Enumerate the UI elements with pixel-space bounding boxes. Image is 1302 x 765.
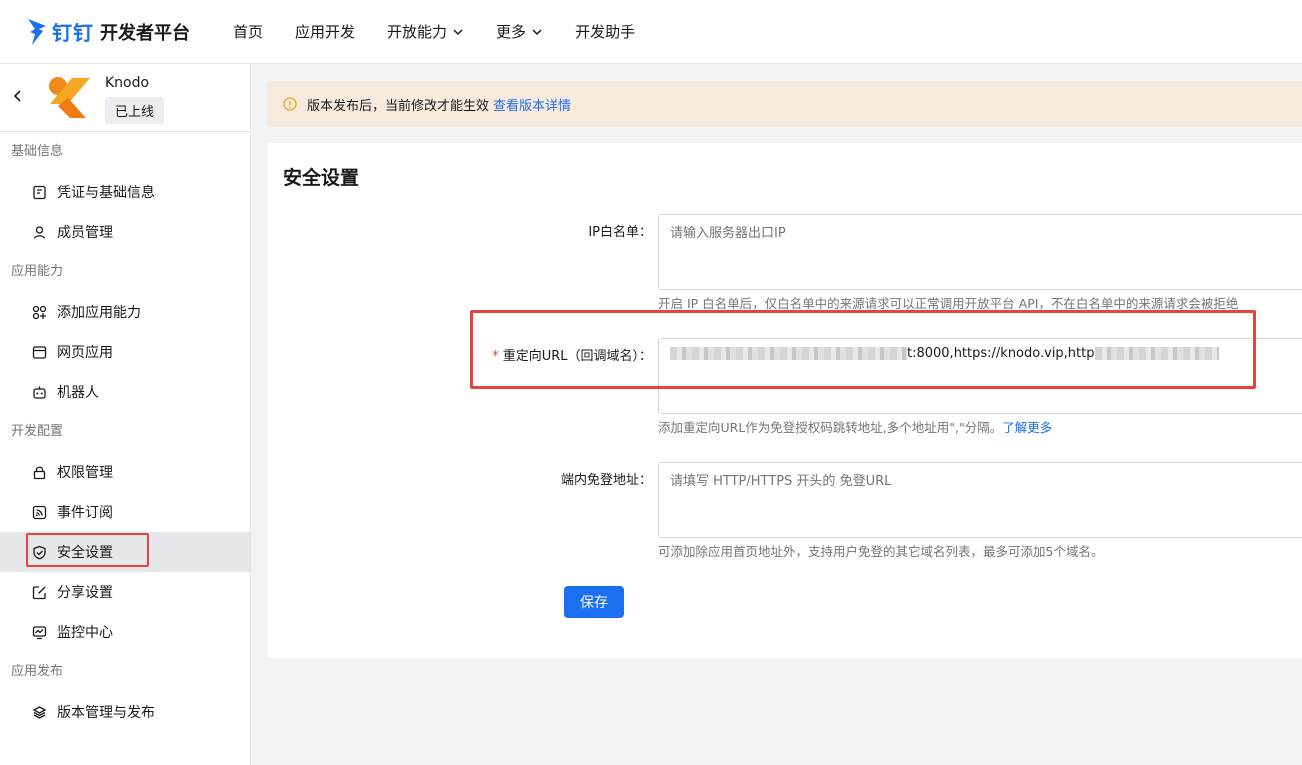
sidebar-item-label: 网页应用: [57, 345, 113, 361]
nav-item-open-capabilities[interactable]: 开放能力: [371, 21, 480, 42]
credential-icon: [33, 185, 46, 199]
sidebar-item-label: 机器人: [57, 385, 99, 401]
label-text: 端内免登地址：: [560, 473, 652, 488]
notice-text: 版本发布后，当前修改才能生效: [307, 98, 490, 114]
sidebar-item-event-subscription[interactable]: 事件订阅: [0, 492, 250, 532]
sidebar-item-share-settings[interactable]: 分享设置: [0, 572, 250, 612]
user-icon: [33, 225, 46, 239]
sidebar-item-label: 凭证与基础信息: [57, 185, 155, 201]
nav-label: 首页: [233, 23, 264, 41]
redirect-url-input[interactable]: t:8000,https://knodo.vip,http: [658, 338, 1302, 414]
brand-subtitle: 开发者平台: [100, 22, 190, 44]
nav-label: 开放能力: [387, 23, 448, 41]
sidebar-item-permissions[interactable]: 权限管理: [0, 452, 250, 492]
app-header: Knodo 已上线: [0, 64, 250, 132]
notice-banner: 版本发布后，当前修改才能生效 查看版本详情: [267, 81, 1302, 127]
status-badge: 已上线: [105, 97, 165, 124]
sidebar-item-label: 分享设置: [57, 585, 113, 601]
shield-icon: [33, 545, 46, 559]
save-button[interactable]: 保存: [564, 586, 624, 618]
sidebar-item-label: 安全设置: [57, 545, 113, 561]
lock-icon: [33, 466, 46, 479]
nav-item-app-dev[interactable]: 应用开发: [279, 21, 371, 42]
sidebar-group-title: 基础信息: [11, 144, 64, 159]
info-icon: [283, 97, 297, 111]
chevron-left-icon[interactable]: [10, 88, 26, 104]
help-text: 添加重定向URL作为免登授权码跳转地址,多个地址用","分隔。: [658, 420, 1003, 435]
sidebar-item-label: 成员管理: [57, 225, 113, 241]
apps-add-icon: [32, 305, 47, 319]
main-nav: 首页 应用开发 开放能力 更多 开发助手: [216, 21, 651, 42]
nav-item-home[interactable]: 首页: [216, 21, 279, 42]
learn-more-link[interactable]: 了解更多: [1002, 420, 1052, 435]
rss-icon: [32, 505, 47, 519]
security-settings-card: 安全设置 IP白名单： 开启 IP 白名单后，仅白名单中的来源请求可以正常调用开…: [267, 143, 1302, 658]
page-title: 安全设置: [283, 167, 360, 189]
chevron-down-icon: [532, 28, 542, 35]
sidebar-item-label: 事件订阅: [57, 505, 113, 521]
nav-item-dev-assistant[interactable]: 开发助手: [559, 21, 651, 42]
view-version-details-link[interactable]: 查看版本详情: [493, 95, 571, 114]
top-navigation-bar: 钉钉 开发者平台 首页 应用开发 开放能力 更多 开发助手: [0, 0, 1302, 64]
main-content: 版本发布后，当前修改才能生效 查看版本详情 安全设置 IP白名单： 开启 IP …: [251, 64, 1302, 765]
sidebar-item-label: 权限管理: [57, 465, 113, 481]
sidebar-item-monitoring[interactable]: 监控中心: [0, 612, 250, 652]
sso-address-input[interactable]: [658, 462, 1302, 538]
sidebar-group-title: 应用发布: [11, 664, 64, 679]
monitor-icon: [32, 625, 47, 639]
sidebar: Knodo 已上线 基础信息 凭证与基础信息 成员管理 应用能力 添加应用能力 …: [0, 64, 251, 765]
sidebar-group-title: 开发配置: [11, 424, 64, 439]
browser-icon: [32, 345, 47, 359]
sidebar-item-members[interactable]: 成员管理: [0, 212, 250, 252]
sso-address-label: 端内免登地址：: [467, 469, 652, 488]
redirect-url-value: t:8000,https://knodo.vip,http: [907, 346, 1095, 361]
redirect-url-help: 添加重定向URL作为免登授权码跳转地址,多个地址用","分隔。了解更多: [658, 417, 1052, 436]
redacted-text: [1094, 347, 1219, 360]
ip-whitelist-label: IP白名单：: [467, 221, 652, 240]
label-text: IP白名单：: [588, 225, 652, 240]
nav-item-more[interactable]: 更多: [480, 21, 559, 42]
ip-whitelist-help: 开启 IP 白名单后，仅白名单中的来源请求可以正常调用开放平台 API，不在白名…: [658, 296, 1239, 311]
sidebar-item-web-app[interactable]: 网页应用: [0, 332, 250, 372]
label-text: 重定向URL（回调域名）：: [502, 349, 652, 364]
brand-logo[interactable]: 钉钉 开发者平台: [26, 17, 216, 47]
chevron-down-icon: [453, 28, 463, 35]
sidebar-item-security[interactable]: 安全设置: [0, 532, 250, 572]
redacted-text: [670, 347, 907, 360]
dingtalk-logo-icon: [28, 18, 46, 45]
nav-label: 开发助手: [575, 23, 636, 41]
app-logo: [49, 77, 90, 118]
sso-address-help: 可添加除应用首页地址外，支持用户免登的其它域名列表，最多可添加5个域名。: [658, 544, 1104, 559]
nav-label: 应用开发: [295, 23, 356, 41]
share-edit-icon: [32, 585, 46, 599]
required-mark: *: [492, 349, 499, 364]
nav-label: 更多: [496, 23, 527, 41]
ip-whitelist-input[interactable]: [658, 214, 1302, 290]
sidebar-item-credentials[interactable]: 凭证与基础信息: [0, 172, 250, 212]
sidebar-item-version-management[interactable]: 版本管理与发布: [0, 692, 250, 732]
sidebar-item-add-capability[interactable]: 添加应用能力: [0, 292, 250, 332]
robot-icon: [33, 386, 46, 399]
brand-name: 钉钉: [52, 21, 94, 45]
sidebar-item-label: 监控中心: [57, 625, 113, 641]
layers-icon: [32, 705, 47, 719]
sidebar-item-label: 添加应用能力: [57, 305, 141, 321]
sidebar-item-robot[interactable]: 机器人: [0, 372, 250, 412]
app-name: Knodo: [105, 75, 150, 91]
sidebar-item-label: 版本管理与发布: [57, 705, 155, 721]
redirect-url-label: * 重定向URL（回调域名）：: [417, 345, 652, 364]
sidebar-group-title: 应用能力: [11, 264, 64, 279]
